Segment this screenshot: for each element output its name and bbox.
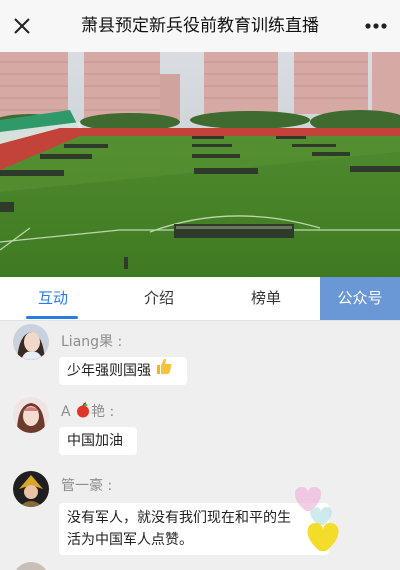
top-bar: 萧县预定新兵役前教育训练直播 — [0, 0, 400, 53]
more-icon[interactable] — [362, 14, 390, 38]
tab-intro[interactable]: 介绍 — [106, 277, 212, 320]
avatar[interactable] — [13, 397, 49, 433]
live-video[interactable] — [0, 52, 400, 277]
message-text: 没有军人，就没有我们现在和平的生 — [67, 510, 291, 526]
apple-icon — [75, 402, 91, 422]
tab-interaction[interactable]: 互动 — [0, 277, 106, 320]
tab-ranking[interactable]: 榜单 — [212, 277, 320, 320]
stadium-scene — [0, 52, 400, 277]
username: 管一豪 : — [61, 478, 113, 494]
floating-hearts — [288, 477, 348, 557]
page-title: 萧县预定新兵役前教育训练直播 — [81, 16, 319, 36]
avatar[interactable] — [13, 324, 49, 360]
avatar[interactable] — [13, 562, 49, 570]
message-text: 活为中国军人点赞。 — [67, 532, 193, 548]
message-text: 少年强则国强 — [67, 363, 151, 379]
username: A 艳 : — [61, 402, 115, 422]
message-text: 中国加油 — [67, 433, 123, 449]
message-bubble: 中国加油 — [59, 427, 137, 455]
chat-list: Liang果 : 少年强则国强 A 艳 : 中国加油 管一豪: 没有军人，就没… — [0, 321, 400, 570]
tab-bar: 互动 介绍 榜单 公众号 — [0, 277, 400, 321]
close-icon[interactable] — [10, 14, 34, 38]
tab-official-account[interactable]: 公众号 — [320, 277, 400, 320]
username: Liang果 : — [61, 334, 123, 350]
thumbs-up-icon — [155, 357, 173, 385]
tab-active-indicator — [26, 316, 78, 319]
avatar[interactable] — [13, 471, 49, 507]
message-bubble: 少年强则国强 — [59, 357, 187, 385]
